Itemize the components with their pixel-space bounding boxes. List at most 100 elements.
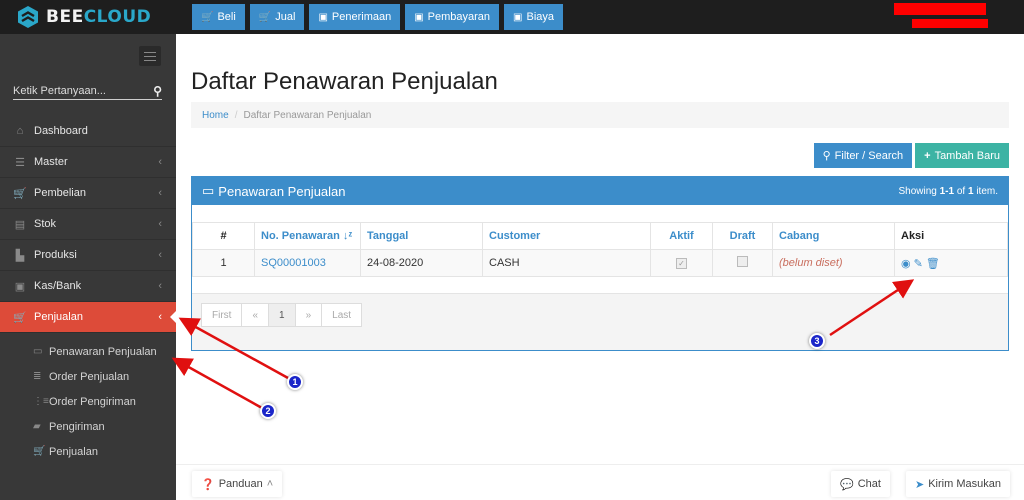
pagination: First « 1 » Last xyxy=(201,303,363,327)
col-draft[interactable]: Draft xyxy=(712,222,773,250)
col-number: # xyxy=(192,222,255,250)
sidebar-item-penjualan[interactable]: 🛒 Penjualan ‹ xyxy=(0,302,177,333)
annotation-badge-1: 1 xyxy=(287,374,303,390)
send-feedback-button[interactable]: ➤ Kirim Masukan xyxy=(906,471,1010,497)
table-row: 1 SQ00001003 24-08-2020 CASH ✓ (belum di… xyxy=(192,249,1008,277)
chevron-left-icon: ‹ xyxy=(158,280,162,292)
question-circle-icon: ❓ xyxy=(201,478,215,491)
sidebar-search: ⚲ xyxy=(13,82,162,100)
chevron-left-icon: ‹ xyxy=(158,218,162,230)
chat-button[interactable]: 💬 Chat xyxy=(831,471,890,497)
breadcrumb: Home / Daftar Penawaran Penjualan xyxy=(191,102,1009,128)
breadcrumb-current: Daftar Penawaran Penjualan xyxy=(243,109,372,121)
pagination-last[interactable]: Last xyxy=(321,303,363,327)
chevron-left-icon: ‹ xyxy=(158,311,162,323)
sidebar-menu: ⌂ Dashboard ☰ Master ‹ 🛒 Pembelian ‹ ▤ Stok ‹ ▙… xyxy=(0,116,177,464)
submenu-order-penjualan[interactable]: ≣ Order Penjualan xyxy=(0,364,176,389)
chevron-left-icon: ‹ xyxy=(158,156,162,168)
breadcrumb-home-link[interactable]: Home xyxy=(202,110,229,121)
cart-icon: 🛒 xyxy=(258,11,272,23)
penjualan-submenu: ▭ Penawaran Penjualan ≣ Order Penjualan ⋮≡… xyxy=(0,333,176,464)
breadcrumb-separator: / xyxy=(234,109,238,121)
home-icon: ⌂ xyxy=(16,125,24,137)
pagination-next[interactable]: » xyxy=(294,303,323,327)
filter-search-button[interactable]: ⚲ Filter / Search xyxy=(813,143,913,168)
pagination-prev[interactable]: « xyxy=(241,303,270,327)
aktif-cell: ✓ xyxy=(650,249,713,277)
sidebar-item-pembelian[interactable]: 🛒 Pembelian ‹ xyxy=(0,178,176,209)
submenu-penawaran-penjualan[interactable]: ▭ Penawaran Penjualan xyxy=(0,339,176,364)
draft-cell xyxy=(712,249,773,277)
delete-trash-icon[interactable]: 🗑 xyxy=(926,257,940,270)
archive-icon: ▤ xyxy=(14,218,26,231)
sidebar-toggle-button[interactable] xyxy=(139,46,161,66)
col-cabang[interactable]: Cabang xyxy=(772,222,895,250)
credit-card-icon: ▭ xyxy=(202,183,215,198)
submenu-order-pengiriman[interactable]: ⋮≡ Order Pengiriman xyxy=(0,389,176,414)
draft-checkbox-unchecked xyxy=(737,256,748,267)
col-aktif[interactable]: Aktif xyxy=(650,222,713,250)
annotation-badge-3: 3 xyxy=(809,333,825,349)
truck-icon: ▰ xyxy=(33,421,41,432)
burger-line xyxy=(144,51,156,53)
quotation-date: 24-08-2020 xyxy=(360,249,483,277)
beecloud-logo[interactable]: BEECLOUD xyxy=(17,5,151,29)
view-eye-icon[interactable]: ◉ xyxy=(901,257,911,270)
cart-icon: 🛒 xyxy=(13,311,27,324)
col-customer[interactable]: Customer xyxy=(482,222,651,250)
quotation-number-link[interactable]: SQ00001003 xyxy=(254,249,361,277)
sidebar: ⚲ ⌂Dashboard ☰Master‹ 🛒Pembelian‹ ▤Stok‹… xyxy=(0,34,177,500)
money-icon: ▣ xyxy=(318,11,328,23)
col-aksi: Aksi xyxy=(894,222,1008,250)
chevron-left-icon: ‹ xyxy=(158,249,162,261)
add-new-button[interactable]: + Tambah Baru xyxy=(915,143,1009,168)
top-bar: BEECLOUD 🛒 Beli 🛒 Jual ▣ Penerimaan ▣ Pembay… xyxy=(0,0,1024,34)
quotations-table: # No. Penawaran ↓ᶻ Tanggal Customer Akti… xyxy=(192,222,1008,277)
chevron-up-icon: ˄ xyxy=(266,478,274,490)
quick-penerimaan-button[interactable]: ▣ Penerimaan xyxy=(309,4,401,30)
cart-icon: 🛒 xyxy=(201,11,214,23)
table-footer-spacer xyxy=(192,277,1008,294)
sidebar-search-input[interactable] xyxy=(13,84,133,97)
quick-nav: 🛒 Beli 🛒 Jual ▣ Penerimaan ▣ Pembayaran ▣ Bia… xyxy=(192,4,564,30)
list-ol-icon: ⋮≡ xyxy=(33,396,49,407)
edit-pencil-icon[interactable]: ✎ xyxy=(914,257,923,270)
sidebar-item-kas-bank[interactable]: ▣ Kas/Bank ‹ xyxy=(0,271,176,302)
sidebar-item-master[interactable]: ☰ Master ‹ xyxy=(0,147,176,178)
pagination-page-1[interactable]: 1 xyxy=(268,303,296,327)
col-no-penawaran[interactable]: No. Penawaran ↓ᶻ xyxy=(254,222,361,250)
results-summary: Showing 1-1 of 1 item. xyxy=(898,185,998,197)
sidebar-item-produksi[interactable]: ▙ Produksi ‹ xyxy=(0,240,176,271)
search-icon[interactable]: ⚲ xyxy=(153,84,162,98)
guide-button[interactable]: ❓ Panduan ˄ xyxy=(192,471,283,497)
database-icon: ☰ xyxy=(15,156,25,169)
search-icon: ⚲ xyxy=(822,150,831,162)
user-name-redacted[interactable] xyxy=(894,3,986,15)
col-tanggal[interactable]: Tanggal xyxy=(360,222,483,250)
sidebar-item-dashboard[interactable]: ⌂ Dashboard xyxy=(0,116,176,147)
page-title: Daftar Penawaran Penjualan xyxy=(191,68,498,95)
aktif-checkbox-checked: ✓ xyxy=(676,258,687,269)
sidebar-item-stok[interactable]: ▤ Stok ‹ xyxy=(0,209,176,240)
pagination-area: First « 1 » Last xyxy=(192,294,1008,350)
logo-hexagon-icon xyxy=(18,6,38,28)
main-content: Daftar Penawaran Penjualan Home / Daftar… xyxy=(176,34,1024,500)
quick-biaya-button[interactable]: ▣ Biaya xyxy=(504,4,564,30)
cart-icon: 🛒 xyxy=(33,446,46,457)
pagination-first[interactable]: First xyxy=(201,303,243,327)
footer-bar: ❓ Panduan ˄ 💬 Chat ➤ Kirim Masukan xyxy=(176,464,1024,500)
submenu-penjualan[interactable]: 🛒 Penjualan xyxy=(0,439,176,464)
row-index: 1 xyxy=(192,249,255,277)
credit-card-icon: ▭ xyxy=(33,346,43,357)
page-actions: ⚲ Filter / Search + Tambah Baru xyxy=(813,143,1009,168)
logo-text: BEECLOUD xyxy=(46,7,152,27)
panel-title: ▭ Penawaran Penjualan xyxy=(202,183,346,199)
quick-jual-button[interactable]: 🛒 Jual xyxy=(249,4,305,30)
quick-beli-button[interactable]: 🛒 Beli xyxy=(192,4,245,30)
sort-alpha-icon: ↓ᶻ xyxy=(342,230,353,242)
user-company-redacted[interactable] xyxy=(912,19,988,28)
quick-pembayaran-button[interactable]: ▣ Pembayaran xyxy=(405,4,500,30)
submenu-pengiriman[interactable]: ▰ Pengiriman xyxy=(0,414,176,439)
row-actions: ◉ ✎ 🗑 xyxy=(894,249,1008,277)
money-icon: ▣ xyxy=(513,11,523,23)
